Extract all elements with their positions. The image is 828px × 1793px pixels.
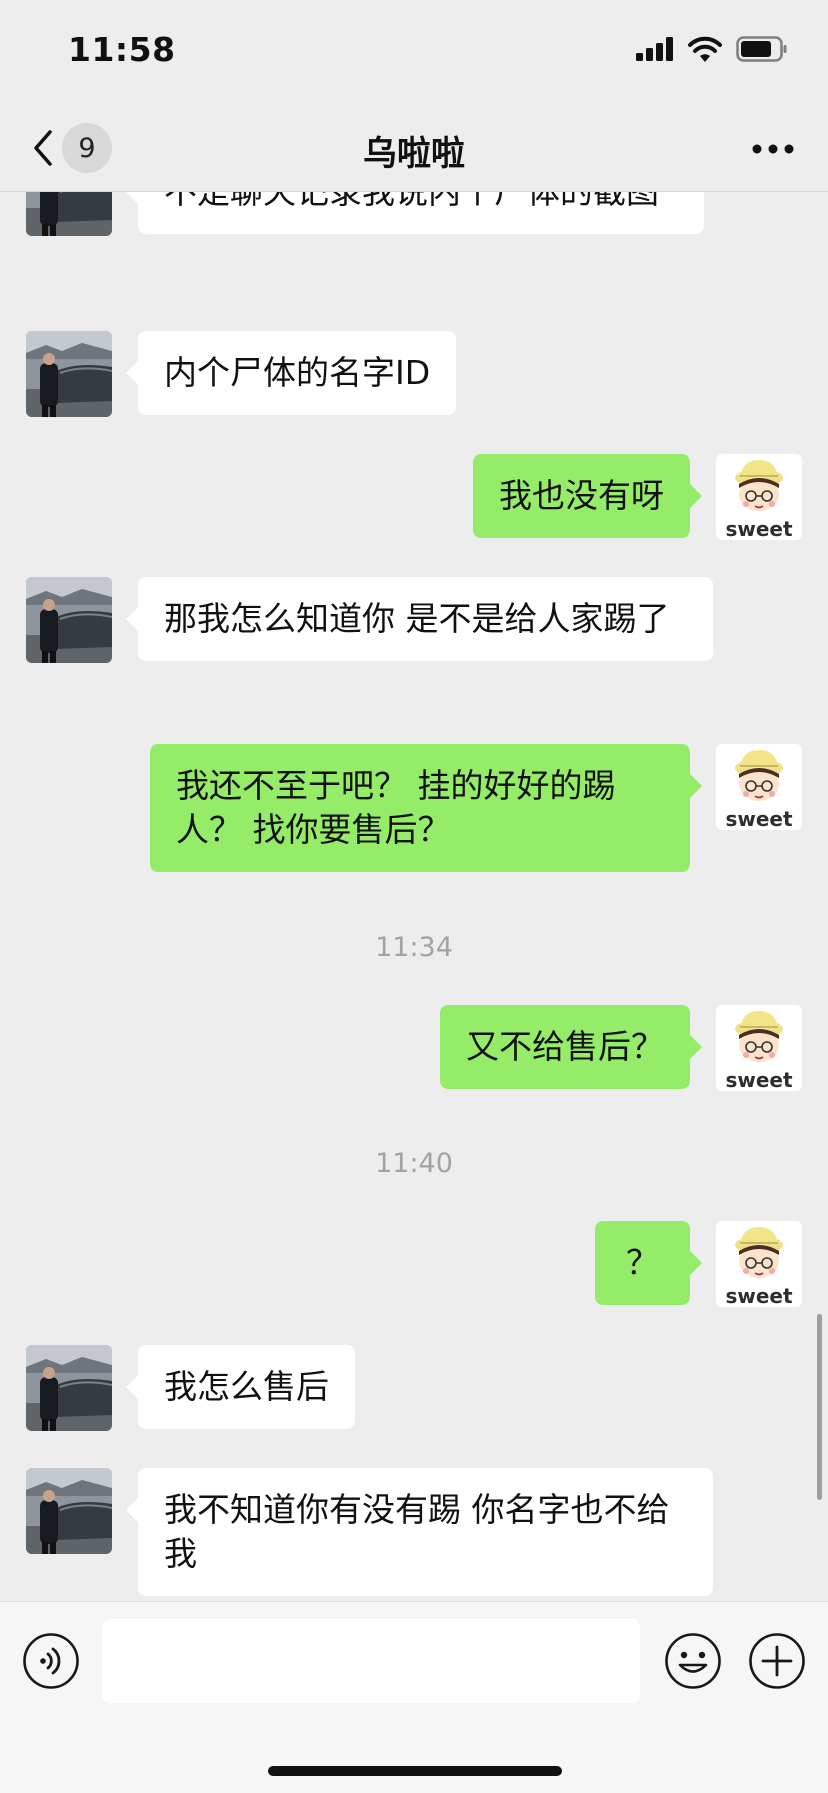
emoji-button[interactable]	[664, 1632, 722, 1690]
more-icon	[752, 144, 794, 154]
more-options-button[interactable]	[748, 129, 798, 169]
message-input[interactable]	[102, 1619, 640, 1703]
message-bubble[interactable]: 我也没有呀	[473, 454, 702, 538]
contact-photo	[26, 577, 112, 663]
status-time: 11:58	[68, 30, 176, 69]
contact-photo	[26, 1468, 112, 1554]
message-bubble[interactable]: 又不给售后？	[440, 1005, 702, 1089]
timestamp-divider: 11:34	[375, 932, 453, 963]
more-actions-button[interactable]	[748, 1632, 806, 1690]
contact-photo	[26, 1345, 112, 1431]
svg-text:sweet: sweet	[725, 517, 793, 540]
status-bar: 11:58	[0, 0, 828, 105]
contact-photo	[26, 331, 112, 417]
message-bubble[interactable]: 那我怎么知道你 是不是给人家踢了	[126, 577, 713, 661]
self-avatar[interactable]: sweet	[716, 1005, 802, 1091]
chevron-left-icon	[34, 130, 52, 166]
plus-icon	[749, 1633, 805, 1689]
contact-avatar[interactable]	[26, 1468, 112, 1554]
message-bubble[interactable]: 我还不至于吧？ 挂的好好的踢人？ 找你要售后？	[150, 744, 702, 872]
timestamp-divider: 11:40	[375, 1148, 453, 1179]
back-button[interactable]: 9	[30, 121, 120, 175]
input-bar	[0, 1601, 828, 1793]
message-bubble[interactable]: 我不知道你有没有踢 你名字也不给我	[126, 1468, 713, 1596]
chat-title: 乌啦啦	[363, 134, 465, 174]
self-avatar-cartoon: sweet	[716, 744, 802, 830]
self-avatar-cartoon: sweet	[716, 454, 802, 540]
emoji-icon	[665, 1633, 721, 1689]
message-bubble[interactable]: 内个尸体的名字ID	[125, 331, 457, 415]
svg-text:sweet: sweet	[725, 807, 793, 830]
signal-icon	[636, 37, 673, 61]
nav-bar: 9 乌啦啦	[0, 105, 828, 192]
wifi-icon	[688, 36, 722, 62]
message-bubble[interactable]: 我怎么售后	[126, 1345, 355, 1429]
self-avatar[interactable]: sweet	[716, 744, 802, 830]
svg-text:sweet: sweet	[725, 1284, 793, 1307]
contact-avatar[interactable]	[26, 577, 112, 663]
svg-text:sweet: sweet	[725, 1068, 793, 1091]
voice-input-button[interactable]	[22, 1632, 80, 1690]
self-avatar[interactable]: sweet	[716, 454, 802, 540]
message-bubble[interactable]: ？	[595, 1221, 702, 1305]
self-avatar-cartoon: sweet	[716, 1005, 802, 1091]
contact-avatar[interactable]	[26, 331, 112, 417]
contact-avatar[interactable]	[26, 1345, 112, 1431]
contact-avatar[interactable]	[26, 192, 112, 236]
chat-history[interactable]: 不是聊天记录我说内个尸体的截图 内个尸体的名字ID 我也没有呀 sweet 那我…	[0, 192, 828, 1600]
message-bubble[interactable]: 不是聊天记录我说内个尸体的截图	[126, 192, 704, 234]
battery-icon	[736, 36, 787, 62]
status-icons	[636, 36, 788, 62]
voice-icon	[23, 1633, 79, 1689]
scrollbar[interactable]	[817, 1314, 822, 1500]
contact-photo	[26, 192, 112, 236]
home-indicator[interactable]	[268, 1766, 562, 1776]
self-avatar-cartoon: sweet	[716, 1221, 802, 1307]
unread-count-badge: 9	[62, 123, 112, 173]
self-avatar[interactable]: sweet	[716, 1221, 802, 1307]
